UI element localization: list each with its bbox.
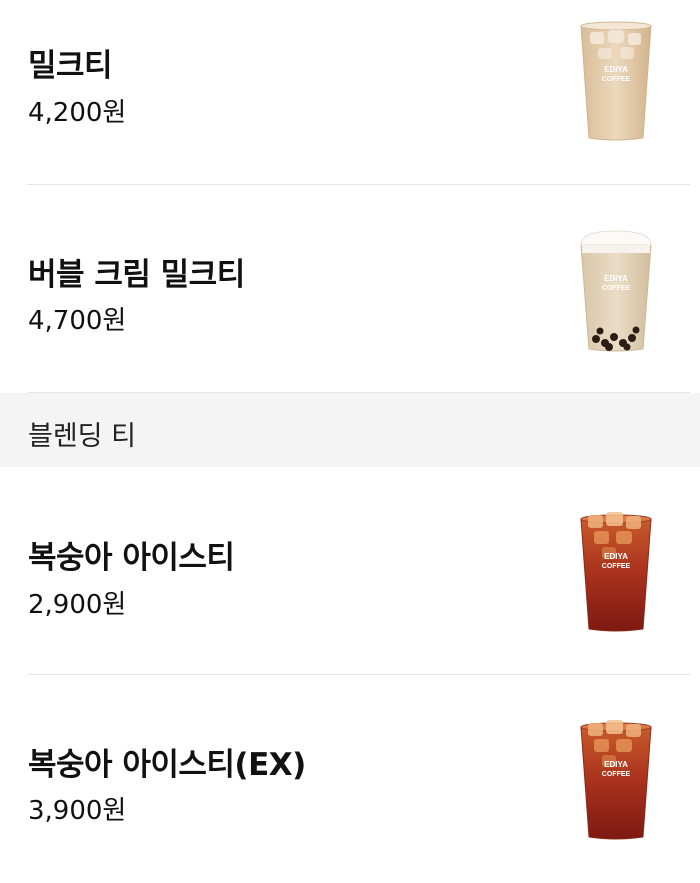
svg-text:EDIYA: EDIYA bbox=[604, 760, 628, 769]
menu-item-price: 3,900원 bbox=[28, 796, 127, 826]
menu-item-name: 밀크티 bbox=[28, 48, 113, 84]
menu-item-price: 4,700원 bbox=[28, 306, 127, 336]
menu-item-bubble-cream-milk-tea[interactable]: 버블 크림 밀크티 4,700원 EDIYA COFFEE bbox=[0, 185, 700, 393]
bubble-milk-tea-cup-icon: EDIYA COFFEE bbox=[580, 230, 652, 352]
menu-list: 밀크티 4,200원 EDIYA COFFEE 버블 크림 밀크티 4,700원… bbox=[0, 0, 700, 867]
menu-item-price: 2,900원 bbox=[28, 590, 127, 620]
svg-text:COFFEE: COFFEE bbox=[602, 771, 631, 778]
peach-iced-tea-cup-icon: EDIYA COFFEE bbox=[580, 512, 652, 632]
peach-iced-tea-ex-cup-icon: EDIYA COFFEE bbox=[580, 720, 652, 840]
menu-item-milk-tea[interactable]: 밀크티 4,200원 EDIYA COFFEE bbox=[0, 0, 700, 208]
category-header-blending-tea: 블렌딩 티 bbox=[0, 393, 700, 467]
menu-item-name: 복숭아 아이스티(EX) bbox=[28, 747, 306, 783]
menu-item-price: 4,200원 bbox=[28, 98, 127, 128]
svg-text:EDIYA: EDIYA bbox=[604, 552, 628, 561]
menu-item-peach-iced-tea-ex[interactable]: 복숭아 아이스티(EX) 3,900원 EDIYA COFFEE bbox=[0, 675, 700, 883]
menu-item-name: 복숭아 아이스티 bbox=[28, 540, 235, 576]
milk-tea-cup-icon: EDIYA COFFEE bbox=[580, 21, 652, 141]
svg-text:COFFEE: COFFEE bbox=[602, 76, 631, 83]
menu-item-name: 버블 크림 밀크티 bbox=[28, 257, 245, 293]
svg-text:EDIYA: EDIYA bbox=[604, 65, 628, 74]
svg-text:COFFEE: COFFEE bbox=[602, 563, 631, 570]
menu-item-peach-iced-tea[interactable]: 복숭아 아이스티 2,900원 EDIYA COFFEE bbox=[0, 467, 700, 675]
svg-text:EDIYA: EDIYA bbox=[604, 274, 628, 283]
category-title: 블렌딩 티 bbox=[28, 421, 136, 452]
svg-text:COFFEE: COFFEE bbox=[602, 285, 631, 292]
